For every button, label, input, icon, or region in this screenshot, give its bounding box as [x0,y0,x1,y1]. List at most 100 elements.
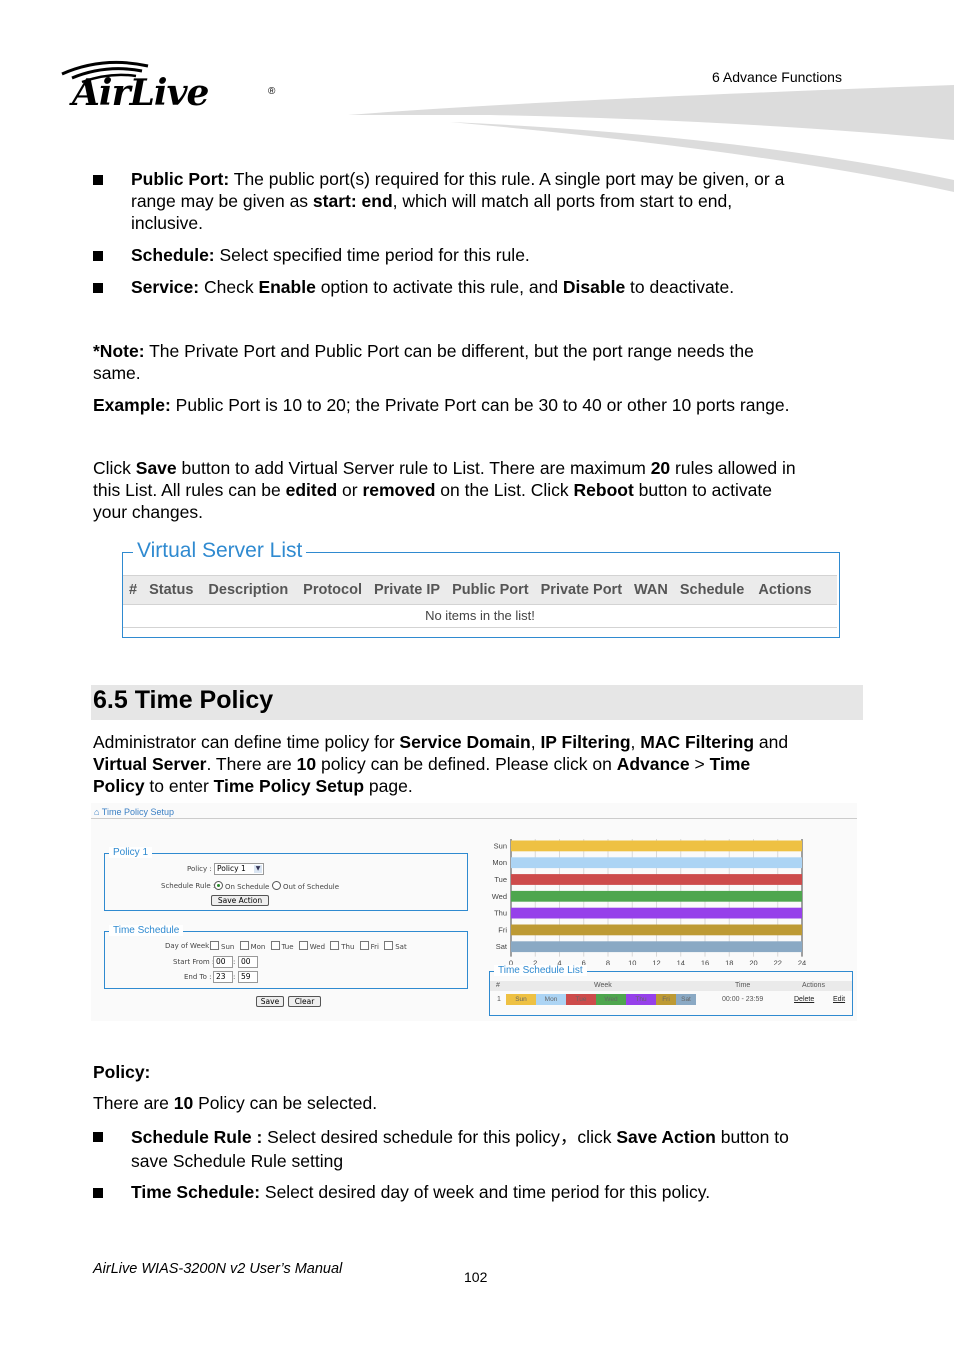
save-paragraph: Click Save button to add Virtual Server … [93,458,796,522]
schedule-rule-label: Schedule Rule : [161,882,216,890]
bullet-square-icon [93,283,103,293]
y-tick-label: Fri [498,925,507,934]
registered-mark: ® [268,86,276,97]
on-schedule-radio[interactable] [214,881,223,890]
bullet-square-icon [93,1132,103,1142]
col-schedule: Schedule [679,582,745,598]
x-tick-label: 14 [677,959,685,965]
col-actions: Actions [758,582,812,598]
schedule-chart: 0 2 4 6 8 10 12 14 16 18 20 22 24SunMonTueWedThuFriS… [492,839,806,965]
col-time: Time [735,982,751,989]
empty-list-message: No items in the list! [123,605,837,628]
day-fri[interactable]: Fri [357,941,379,951]
section-title: 6.5 Time Policy [93,686,274,714]
col-private-port: Private Port [540,582,623,598]
intro-paragraph: Administrator can define time policy for… [93,732,789,796]
start-from-label: Start From : [173,958,215,966]
col-number: # [129,582,138,598]
day-wed[interactable]: Wed [296,941,325,951]
end-minute-input[interactable]: 59 [238,971,258,983]
day-thu[interactable]: Thu [327,941,354,951]
virtual-server-list-legend: Virtual Server List [133,539,307,563]
x-tick-label: 12 [652,959,660,965]
bar-wed [511,890,802,902]
end-hour-input[interactable]: 23 [213,971,233,983]
y-tick-label: Sun [494,841,507,850]
page-number: 102 [464,1269,488,1285]
col-wan: WAN [634,582,668,598]
week-cell-fri: Fri [656,994,676,1005]
save-action-button[interactable]: Save Action [211,895,269,906]
week-cell-wed: Wed [596,994,626,1005]
policy-select-value: Policy 1 [217,864,246,873]
policy-fieldset: Policy 1 Policy : Policy 1 ▼ Schedule Ru… [104,847,468,911]
breadcrumb-label: Time Policy Setup [101,807,174,817]
col-number: # [496,982,500,989]
col-week: Week [594,982,612,989]
policy-count-paragraph: There are 10 Policy can be selected. [93,1093,378,1113]
start-hour-input[interactable]: 00 [213,956,233,968]
bar-fri [511,924,802,936]
save-button[interactable]: Save [256,996,284,1007]
day-sat[interactable]: Sat [381,941,407,951]
day-tue[interactable]: Tue [268,941,294,951]
col-private-ip: Private IP [373,582,441,598]
time-schedule-list: Time Schedule List # Week Time Actions 1… [489,965,853,1016]
bar-mon [511,857,802,869]
time-policy-setup-screenshot: ⌂ Time Policy Setup Policy 1 Policy : Po… [91,803,857,1021]
col-status: Status [149,582,194,598]
week-cell-tue: Tue [566,994,596,1005]
end-to-label: End To : [184,973,212,981]
section-heading-bar: 6.5 Time Policy [91,685,863,720]
col-actions: Actions [802,982,825,989]
logo-text: AirLive [72,72,209,114]
breadcrumb-divider [91,818,857,819]
day-sun[interactable]: Sun [207,941,234,951]
start-minute-input[interactable]: 00 [238,956,258,968]
time-separator: : [233,958,236,966]
schedule-list-header: # Week Time Actions [490,981,852,991]
footer-manual-title: AirLive WIAS-3200N v2 User’s Manual [93,1261,343,1277]
row-time: 00:00 - 23:59 [722,996,764,1003]
virtual-server-list: Virtual Server List # Status Description… [122,539,840,638]
out-of-schedule-option[interactable]: Out of Schedule [269,881,339,891]
week-cell-mon: Mon [536,994,566,1005]
bullet-square-icon [93,251,103,261]
chevron-down-icon: ▼ [254,865,262,873]
virtual-server-table-header: # Status Description Protocol Private IP… [123,575,837,605]
time-schedule-fieldset: Time Schedule Day of Week : Sun Mon Tue … [104,925,468,989]
time-schedule-list-legend: Time Schedule List [494,965,587,976]
x-tick-label: 16 [701,959,709,965]
day-checkboxes: Sun Mon Tue Wed Thu Fri Sat [207,941,407,951]
col-protocol: Protocol [303,582,362,598]
policy-heading: Policy: [93,1062,151,1082]
on-schedule-option[interactable]: On Schedule [211,881,269,891]
breadcrumb[interactable]: ⌂ Time Policy Setup [94,807,174,817]
chapter-title: 6 Advance Functions [712,69,842,85]
policy-select[interactable]: Policy 1 ▼ [214,863,264,875]
edit-link[interactable]: Edit [833,996,845,1003]
bullet-square-icon [93,1188,103,1198]
airlive-logo: AirLive ® [58,58,288,120]
bar-tue [511,874,802,885]
y-tick-label: Wed [492,892,507,901]
y-tick-label: Tue [494,875,507,884]
col-description: Description [208,582,289,598]
week-cells: Sun Mon Tue Wed Thu Fri Sat [506,994,696,1005]
clear-button[interactable]: Clear [288,996,321,1007]
day-mon[interactable]: Mon [237,941,265,951]
y-tick-label: Sat [496,942,508,951]
out-of-schedule-radio[interactable] [272,881,281,890]
x-tick-label: 10 [628,959,636,965]
bar-thu [511,907,802,919]
bar-sun [511,840,802,852]
policy-label: Policy : [187,865,212,873]
schedule-list-row: 1 Sun Mon Tue Wed Thu Fri Sat 00:00 - 23:59 De… [490,994,852,1005]
y-tick-label: Thu [494,909,507,918]
row-number: 1 [497,996,501,1003]
home-icon: ⌂ [94,807,100,817]
time-separator: : [233,973,236,981]
time-schedule-legend: Time Schedule [109,925,184,936]
week-cell-sun: Sun [506,994,536,1005]
delete-link[interactable]: Delete [794,996,814,1003]
